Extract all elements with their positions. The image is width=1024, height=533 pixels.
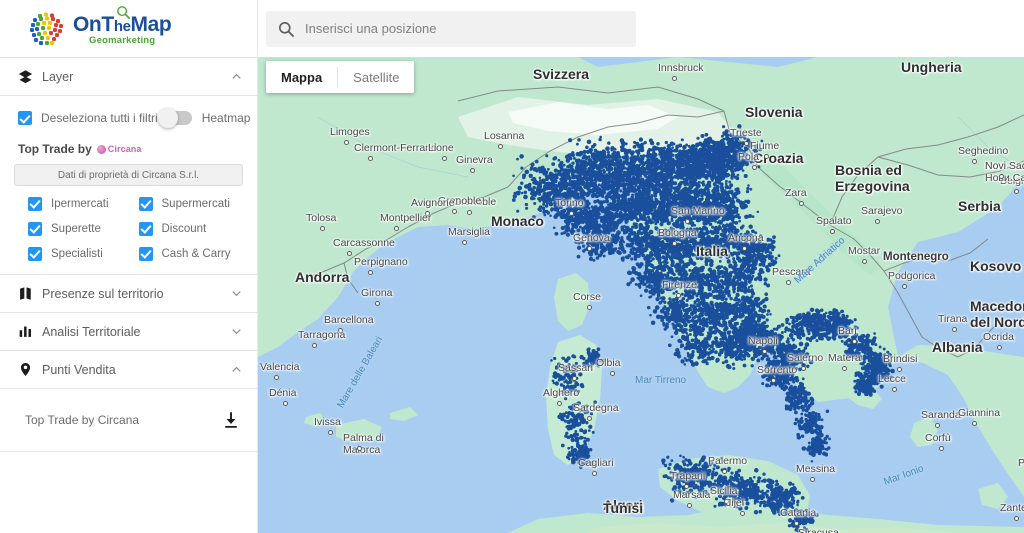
data-ownership-notice: Dati di proprietà di Circana S.r.l. bbox=[14, 164, 243, 186]
circana-logo: Circana bbox=[96, 144, 142, 154]
chevron-up-icon[interactable] bbox=[230, 70, 243, 83]
globe-logo-icon bbox=[28, 9, 68, 49]
search-icon bbox=[278, 21, 294, 37]
map-book-icon bbox=[18, 286, 40, 301]
filter-ipermercati[interactable]: Ipermercati bbox=[28, 193, 133, 214]
sidebar: OnTheMap Geomarketing Layer Deseleziona … bbox=[0, 0, 258, 533]
filter-discount[interactable]: Discount bbox=[138, 218, 244, 239]
heatmap-toggle[interactable] bbox=[157, 108, 192, 128]
deselect-all-row: Deseleziona tutti i filtri Heatmap bbox=[14, 96, 250, 140]
layers-icon bbox=[18, 69, 40, 84]
accordion-layer-header[interactable]: Layer bbox=[0, 58, 257, 95]
chevron-down-icon[interactable] bbox=[230, 287, 243, 300]
filter-label: Discount bbox=[161, 222, 207, 235]
divider bbox=[0, 451, 257, 452]
heatmap-label: Heatmap bbox=[201, 111, 251, 125]
filter-checkbox[interactable] bbox=[138, 196, 153, 211]
map-type-control: Mappa Satellite bbox=[266, 61, 415, 93]
logo-map: Map bbox=[130, 12, 172, 36]
deselect-all-checkbox[interactable] bbox=[18, 111, 32, 125]
filter-superette[interactable]: Superette bbox=[28, 218, 133, 239]
logo-on: On bbox=[73, 12, 102, 36]
magnifier-logo-icon bbox=[116, 5, 131, 20]
punti-vendita-item[interactable]: Top Trade by Circana bbox=[18, 389, 239, 451]
punti-vendita-body: Top Trade by Circana bbox=[0, 389, 257, 451]
filter-label: Supermercati bbox=[161, 197, 230, 210]
logo-the-he: he bbox=[113, 17, 131, 35]
filter-checkbox[interactable] bbox=[28, 221, 42, 236]
filter-cash-and-carry[interactable]: Cash & Carry bbox=[138, 243, 244, 264]
logo-the-t: T bbox=[101, 12, 114, 36]
layer-panel-body: Deseleziona tutti i filtri Heatmap Top T… bbox=[0, 96, 257, 274]
location-pin-icon bbox=[18, 362, 40, 377]
logo-tagline: Geomarketing bbox=[89, 34, 156, 46]
chevron-down-icon[interactable] bbox=[230, 325, 243, 338]
search-bar-container bbox=[258, 0, 1024, 57]
filter-checkbox[interactable] bbox=[138, 221, 153, 236]
map-area: Mappa Satellite SvizzeraSloveniaCroaziaU… bbox=[258, 0, 1024, 533]
accordion-presenze-title: Presenze sul territorio bbox=[42, 286, 164, 301]
accordion-layer-title: Layer bbox=[42, 69, 74, 84]
chevron-up-icon[interactable] bbox=[230, 363, 243, 376]
filter-checkbox[interactable] bbox=[138, 246, 153, 261]
top-trade-prefix: Top Trade by bbox=[18, 142, 92, 156]
map-canvas[interactable]: Mappa Satellite Svizzera Slovenia Croazia U… bbox=[258, 57, 1024, 533]
filter-label: Ipermercati bbox=[51, 197, 109, 210]
filter-label: Specialisti bbox=[51, 247, 103, 260]
search-bar[interactable] bbox=[266, 10, 636, 47]
circana-dot-icon bbox=[96, 144, 106, 154]
accordion-presenze-territorio[interactable]: Presenze sul territorio bbox=[0, 275, 257, 312]
filter-checkbox-grid: Ipermercati Supermercati Superette Disco… bbox=[14, 193, 243, 274]
accordion-analisi-territoriale[interactable]: Analisi Territoriale bbox=[0, 313, 257, 350]
filter-supermercati[interactable]: Supermercati bbox=[138, 193, 244, 214]
punti-vendita-item-label: Top Trade by Circana bbox=[25, 413, 140, 427]
app-logo[interactable]: OnTheMap Geomarketing bbox=[0, 0, 257, 57]
download-icon[interactable] bbox=[223, 411, 239, 429]
accordion-analisi-title: Analisi Territoriale bbox=[42, 324, 141, 339]
search-input[interactable] bbox=[305, 21, 605, 36]
accordion-punti-vendita-title: Punti Vendita bbox=[42, 362, 116, 377]
filter-checkbox[interactable] bbox=[28, 246, 42, 261]
accordion-punti-vendita[interactable]: Punti Vendita bbox=[0, 351, 257, 388]
top-trade-brand-line: Top Trade by Circana bbox=[14, 140, 243, 164]
app-root: OnTheMap Geomarketing Layer Deseleziona … bbox=[0, 0, 1024, 533]
circana-wordmark: Circana bbox=[107, 144, 142, 154]
map-type-mappa[interactable]: Mappa bbox=[266, 61, 338, 93]
filter-checkbox[interactable] bbox=[28, 196, 42, 211]
deselect-all-label: Deseleziona tutti i filtri bbox=[41, 111, 158, 125]
bar-chart-icon bbox=[18, 324, 40, 339]
store-points-layer bbox=[511, 124, 895, 533]
heatmap-toggle-knob bbox=[157, 108, 178, 128]
filter-label: Cash & Carry bbox=[161, 247, 231, 260]
map-type-satellite[interactable]: Satellite bbox=[338, 61, 415, 93]
filter-label: Superette bbox=[51, 222, 101, 235]
filter-specialisti[interactable]: Specialisti bbox=[28, 243, 133, 264]
